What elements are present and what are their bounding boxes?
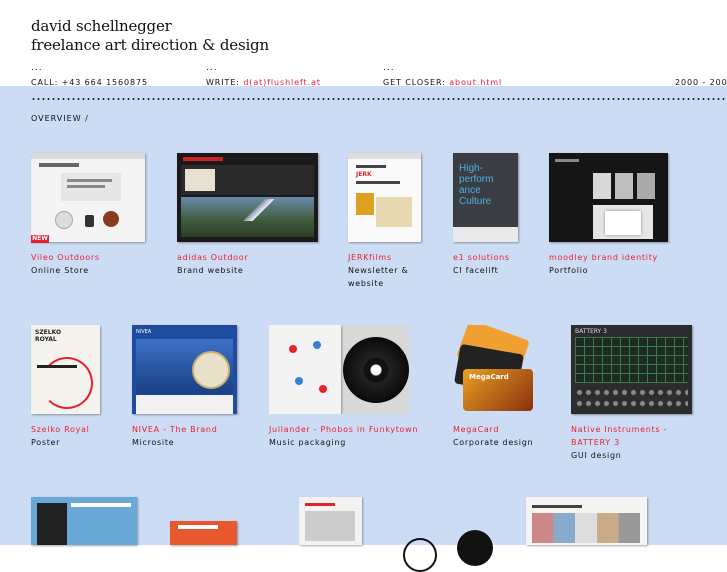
- thumb-jullander[interactable]: [269, 325, 409, 414]
- nivea-logo: NIVEA: [136, 329, 152, 335]
- thumb-row3-6[interactable]: [526, 497, 647, 545]
- thumb-vileo[interactable]: [31, 153, 145, 242]
- thumb-moodley[interactable]: [549, 153, 668, 242]
- project-title[interactable]: JERKfilms: [348, 251, 392, 264]
- project-subtitle: Corporate design: [453, 438, 534, 447]
- megacard-logo: MegaCard: [469, 373, 509, 381]
- call-value: +43 664 1560875: [61, 78, 148, 87]
- overview-heading: OVERVIEW /: [31, 114, 89, 123]
- thumb-megacard[interactable]: MegaCard: [453, 325, 536, 414]
- thumb-jerk[interactable]: JERK: [348, 153, 421, 242]
- szelko-title: SZELKO ROYAL: [35, 329, 62, 343]
- thumb-e1[interactable]: High-perform ance Culture: [453, 153, 518, 242]
- project-title[interactable]: Vileo Outdoors: [31, 251, 100, 264]
- thumb-szelko[interactable]: SZELKO ROYAL: [31, 325, 100, 414]
- project-subtitle: Microsite: [132, 438, 175, 447]
- closer-label: GET CLOSER:: [383, 78, 446, 87]
- project-title[interactable]: Jullander - Phobos in Funkytown: [269, 423, 418, 436]
- about-link[interactable]: about.html: [449, 78, 502, 87]
- thumb-adidas[interactable]: [177, 153, 318, 242]
- project-title[interactable]: Szelko Royal: [31, 423, 90, 436]
- project-subtitle: GUI design: [571, 451, 622, 460]
- dots-marker: ...: [31, 63, 43, 73]
- thumb-battery[interactable]: BATTERY 3: [571, 325, 692, 414]
- years-range: 2000 - 2008: [675, 78, 727, 87]
- project-subtitle: Portfolio: [549, 266, 589, 275]
- project-subtitle: Online Store: [31, 266, 89, 275]
- email-link[interactable]: d(at)flushleft.at: [243, 78, 321, 87]
- project-title[interactable]: NIVEA - The Brand: [132, 423, 217, 436]
- project-title[interactable]: Native Instruments -: [571, 423, 667, 436]
- project-title[interactable]: MegaCard: [453, 423, 499, 436]
- contact-closer: GET CLOSER: about.html: [383, 78, 502, 88]
- battery-logo: BATTERY 3: [575, 328, 607, 335]
- thumb-nivea[interactable]: NIVEA: [132, 325, 237, 414]
- thumb-row3-4[interactable]: [403, 538, 437, 572]
- dots-marker: ...: [206, 63, 218, 73]
- jerk-logo: JERK: [356, 171, 372, 178]
- e1-headline: High-perform ance Culture: [459, 163, 494, 207]
- dots-marker: ...: [383, 63, 395, 73]
- project-subtitle: Music packaging: [269, 438, 347, 447]
- thumb-row3-2[interactable]: [170, 521, 237, 545]
- thumb-row3-3[interactable]: [299, 497, 362, 545]
- contact-call: CALL: +43 664 1560875: [31, 78, 148, 88]
- author-tagline: freelance art direction & design: [31, 36, 269, 54]
- project-title[interactable]: moodley brand identity: [549, 251, 658, 264]
- author-name: david schellnegger: [31, 17, 172, 35]
- project-subtitle: Brand website: [177, 266, 244, 275]
- project-subtitle: Newsletter &: [348, 266, 409, 275]
- dotted-divider: [31, 98, 727, 100]
- site-title: david schellnegger freelance art directi…: [31, 17, 269, 55]
- project-title[interactable]: adidas Outdoor: [177, 251, 248, 264]
- call-label: CALL:: [31, 78, 59, 87]
- write-label: WRITE:: [206, 78, 240, 87]
- project-subtitle: website: [348, 279, 384, 288]
- new-badge: NEW: [31, 235, 49, 243]
- project-subtitle: Poster: [31, 438, 61, 447]
- thumb-row3-1[interactable]: [31, 497, 137, 545]
- thumb-row3-5[interactable]: [457, 530, 493, 566]
- project-subtitle: CI facelift: [453, 266, 499, 275]
- project-title[interactable]: BATTERY 3: [571, 436, 620, 449]
- contact-write: WRITE: d(at)flushleft.at: [206, 78, 321, 88]
- project-title[interactable]: e1 solutions: [453, 251, 510, 264]
